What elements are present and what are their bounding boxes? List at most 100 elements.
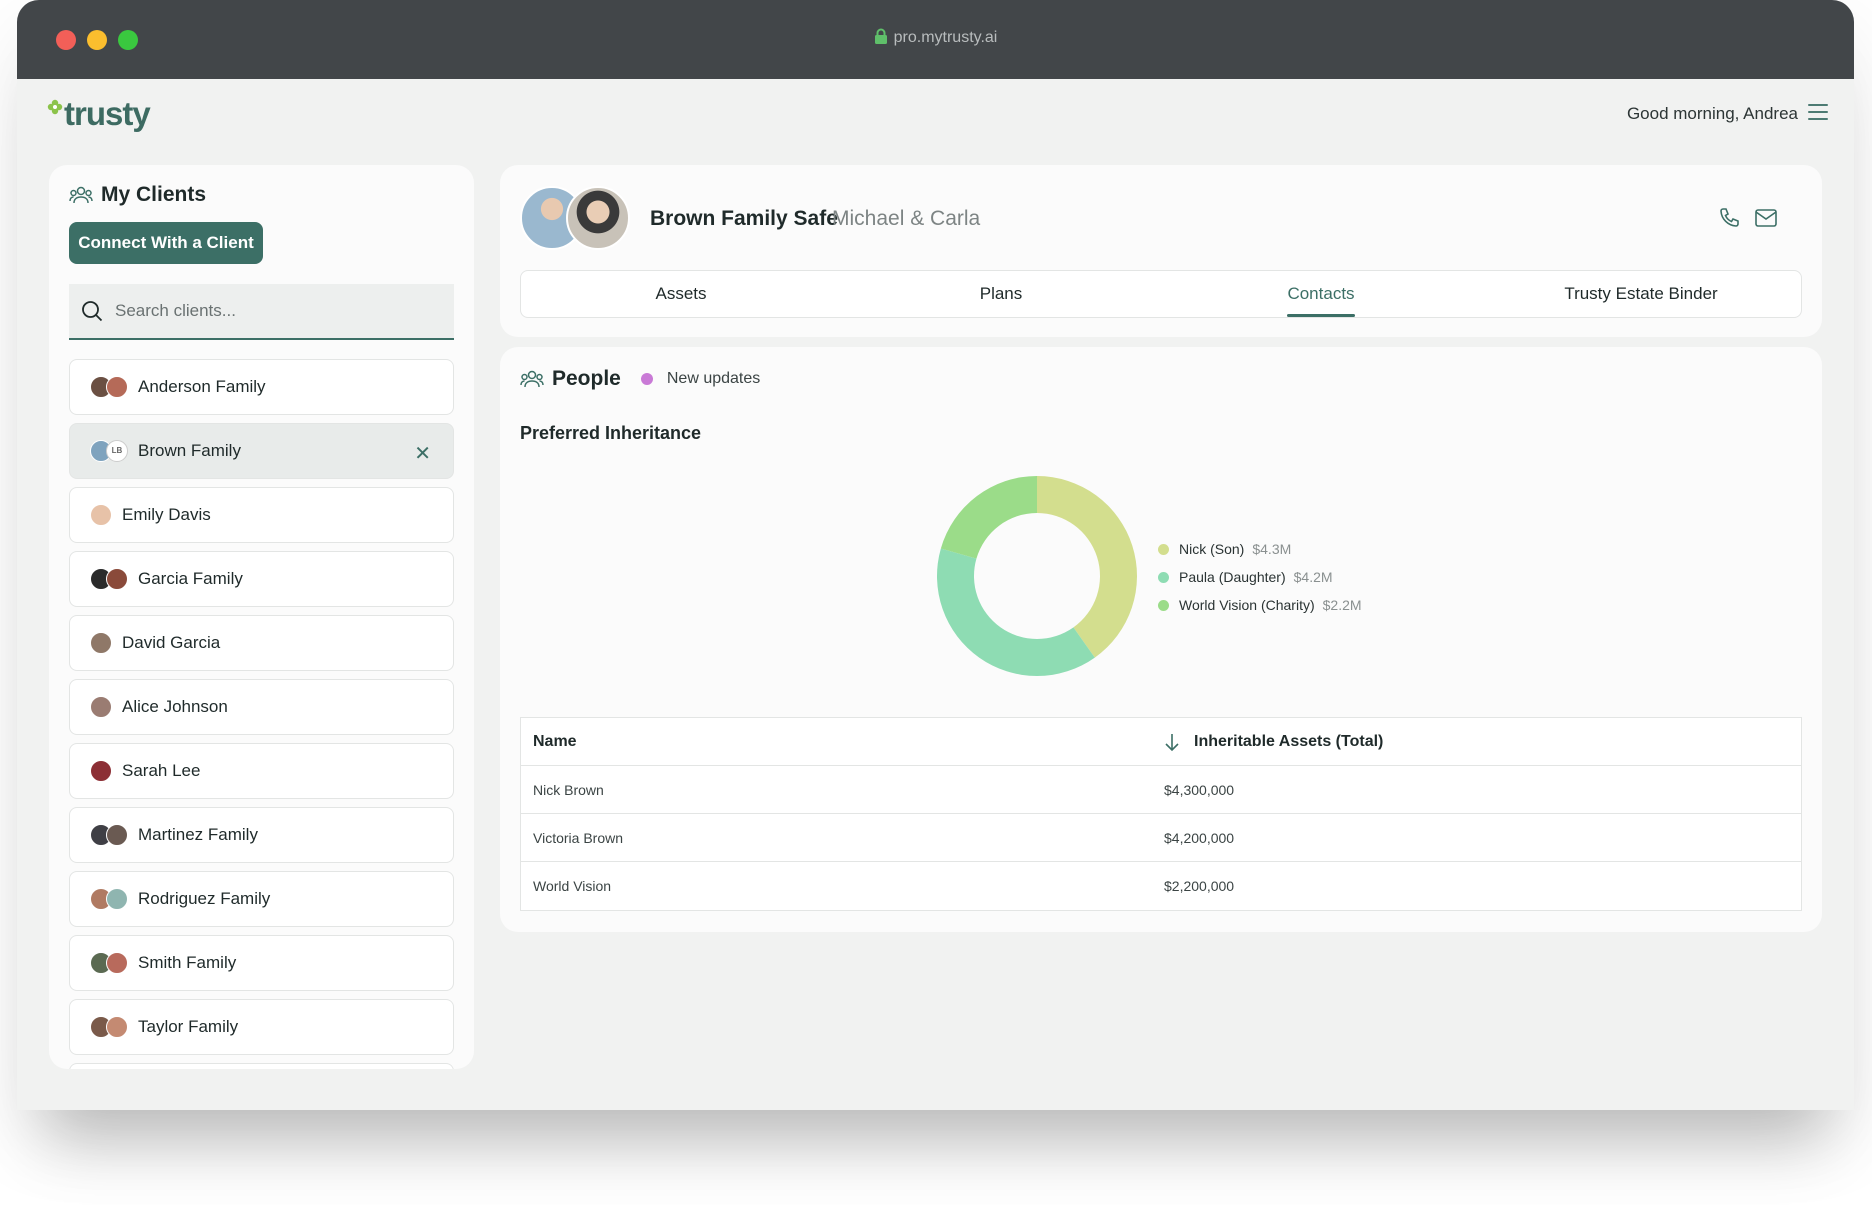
cell-amount: $4,200,000 <box>1164 829 1235 846</box>
avatar <box>90 632 112 654</box>
avatar <box>90 1016 128 1038</box>
trusty-logo[interactable]: trusty <box>47 95 151 133</box>
hamburger-menu-icon[interactable] <box>1808 104 1828 122</box>
client-item-taylor-family[interactable]: Taylor Family <box>69 999 454 1055</box>
legend-value: $4.2M <box>1293 569 1333 585</box>
client-label: Alice Johnson <box>122 697 228 716</box>
client-item-smith-family[interactable]: Smith Family <box>69 935 454 991</box>
client-item-rodriguez-family[interactable]: Rodriguez Family <box>69 871 454 927</box>
greeting-text: Good morning, Andrea <box>1626 104 1798 123</box>
cell-name: World Vision <box>533 878 612 894</box>
client-item-anderson-family[interactable]: Anderson Family <box>69 359 454 415</box>
clover-icon <box>47 99 63 115</box>
mail-icon[interactable] <box>1754 207 1778 234</box>
people-header: People New updates <box>520 367 760 391</box>
address-bar[interactable]: pro.mytrusty.ai <box>17 28 1854 50</box>
client-label: Sarah Lee <box>122 761 201 780</box>
app-root: trusty Good morning, Andrea My Clients C… <box>17 79 1854 1110</box>
updates-label: New updates <box>666 370 761 387</box>
cell-name: Nick Brown <box>533 781 604 798</box>
avatar: LB <box>90 440 128 462</box>
client-item-emily-davis[interactable]: Emily Davis <box>69 487 454 543</box>
legend-item[interactable]: World Vision (Charity) $2.2M <box>1158 597 1362 613</box>
connect-client-button[interactable]: Connect With a Client <box>69 222 263 264</box>
tab-trusty-estate-binder[interactable]: Trusty Estate Binder <box>1481 271 1801 317</box>
sidebar-title: My Clients <box>101 183 207 206</box>
client-item-garcia-family[interactable]: Garcia Family <box>69 551 454 607</box>
avatar <box>90 824 128 846</box>
table-row[interactable]: Nick Brown $4,300,000 <box>521 766 1801 814</box>
cell-name: Victoria Brown <box>533 829 624 846</box>
logo-text: trusty <box>64 95 151 132</box>
lock-icon <box>874 28 888 50</box>
browser-window: pro.mytrusty.ai trusty Good morning, And… <box>17 0 1854 1110</box>
family-header-card: Brown Family Safe Michael & Carla Assets… <box>500 165 1822 337</box>
client-label: Emily Davis <box>122 505 211 524</box>
updates-indicator[interactable]: New updates <box>640 370 761 388</box>
client-label: David Garcia <box>122 633 221 652</box>
table-row[interactable]: Victoria Brown $4,200,000 <box>521 814 1801 862</box>
inheritance-donut-chart <box>937 476 1137 676</box>
client-item-sarah-lee[interactable]: Sarah Lee <box>69 743 454 799</box>
cell-amount: $2,200,000 <box>1164 878 1235 894</box>
column-header-name[interactable]: Name <box>521 733 1164 751</box>
legend-item[interactable]: Paula (Daughter) $4.2M <box>1158 569 1362 585</box>
donut-slice-1[interactable] <box>1037 476 1137 658</box>
people-card: People New updates Preferred Inheritance… <box>500 347 1822 932</box>
avatar <box>566 186 630 250</box>
page-subtitle: Michael & Carla <box>832 207 981 230</box>
people-icon <box>520 370 544 388</box>
close-icon[interactable]: ✕ <box>414 441 431 466</box>
table-row[interactable]: World Vision $2,200,000 <box>521 862 1801 910</box>
column-header-assets[interactable]: Inheritable Assets (Total) <box>1164 732 1801 752</box>
section-title: Preferred Inheritance <box>520 423 702 443</box>
client-label: Smith Family <box>138 953 237 972</box>
client-item-brown-family[interactable]: LB Brown Family ✕ <box>69 423 454 479</box>
tab-contacts[interactable]: Contacts <box>1161 271 1481 317</box>
section-tabs: Assets Plans Contacts Trusty Estate Bind… <box>520 270 1802 318</box>
legend-swatch <box>1158 599 1169 611</box>
status-dot <box>640 373 653 385</box>
family-avatar-group <box>520 186 632 252</box>
legend-swatch <box>1158 543 1169 555</box>
client-label: Rodriguez Family <box>138 889 271 908</box>
client-label: Garcia Family <box>138 569 243 588</box>
avatar <box>90 504 112 526</box>
legend-value: $2.2M <box>1322 597 1362 613</box>
legend-label: Paula (Daughter) <box>1179 569 1286 585</box>
sidebar-header: My Clients <box>69 183 206 207</box>
client-item-martinez-family[interactable]: Martinez Family <box>69 807 454 863</box>
list-item[interactable] <box>69 1063 454 1069</box>
avatar <box>90 376 128 398</box>
column-header-label: Inheritable Assets (Total) <box>1194 732 1384 750</box>
donut-slice-3[interactable] <box>940 476 1037 559</box>
legend-label: World Vision (Charity) <box>1179 597 1315 613</box>
legend-item[interactable]: Nick (Son) $4.3M <box>1158 541 1362 557</box>
avatar-initials: LB <box>106 440 128 462</box>
legend-swatch <box>1158 571 1169 583</box>
tab-assets[interactable]: Assets <box>521 271 841 317</box>
arrow-down-icon[interactable] <box>1164 732 1180 752</box>
client-item-david-garcia[interactable]: David Garcia <box>69 615 454 671</box>
client-item-alice-johnson[interactable]: Alice Johnson <box>69 679 454 735</box>
chart-legend: Nick (Son) $4.3M Paula (Daughter) $4.2M Worl… <box>1158 541 1362 625</box>
avatar <box>90 568 128 590</box>
search-input[interactable] <box>115 301 415 321</box>
avatar <box>90 696 112 718</box>
avatar <box>90 760 112 782</box>
client-list: Anderson Family LB Brown Family ✕ Emily … <box>69 359 454 1069</box>
table-header-row: Name Inheritable Assets (Total) <box>521 718 1801 766</box>
phone-icon[interactable] <box>1718 207 1740 234</box>
legend-value: $4.3M <box>1252 541 1292 557</box>
avatar <box>90 888 128 910</box>
tab-plans[interactable]: Plans <box>841 271 1161 317</box>
clients-sidebar: My Clients Connect With a Client Anderso… <box>49 165 474 1069</box>
client-label: Anderson Family <box>138 377 266 396</box>
donut-slice-2[interactable] <box>937 548 1095 676</box>
browser-titlebar: pro.mytrusty.ai <box>17 0 1854 79</box>
search-icon <box>82 301 103 322</box>
client-label: Brown Family <box>138 441 241 460</box>
client-label: Martinez Family <box>138 825 258 844</box>
page-title: Brown Family Safe <box>650 207 838 230</box>
client-search[interactable] <box>69 284 454 340</box>
